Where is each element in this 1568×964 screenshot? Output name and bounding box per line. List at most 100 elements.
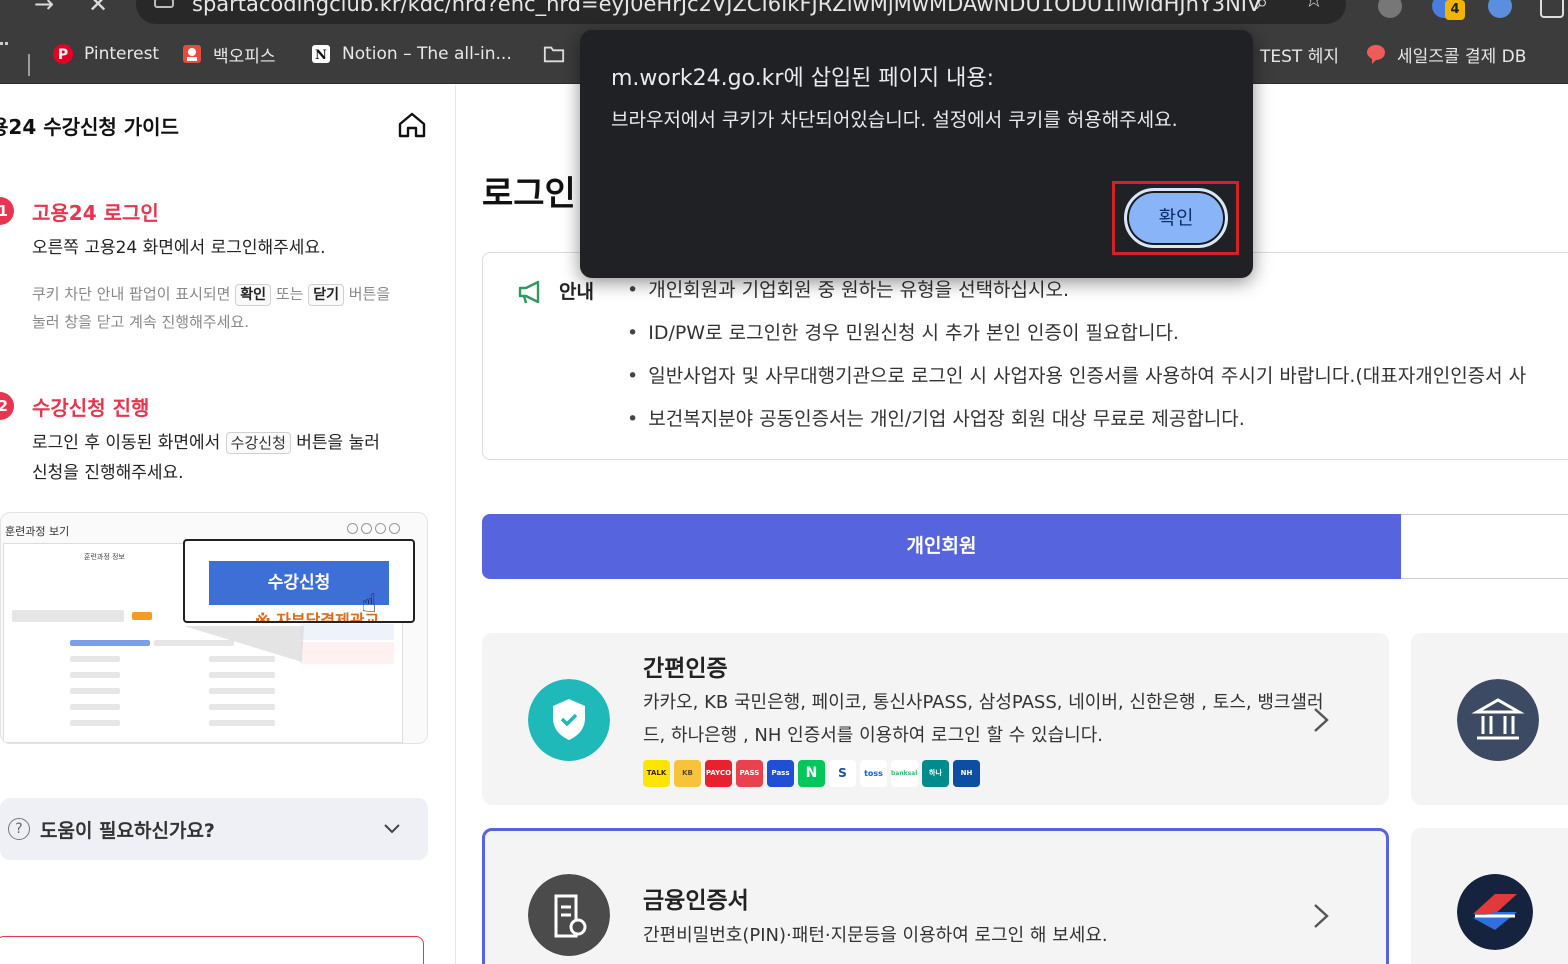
document-icon: [528, 874, 610, 956]
toss-logo-icon: toss: [860, 760, 887, 787]
close-tab-icon[interactable]: ✕: [88, 0, 108, 16]
dialog-message: 브라우저에서 쿠키가 차단되어있습니다. 설정에서 쿠키를 허용해주세요.: [611, 109, 1178, 131]
preview-side-note: [300, 642, 394, 664]
tab-corporate-member[interactable]: [1401, 514, 1568, 579]
salescall-icon: [1365, 43, 1387, 65]
provider-logos: TALK KB PAYCO PASS Pass N S toss banksal…: [643, 760, 980, 787]
chevron-down-icon: [384, 824, 400, 834]
preview-field: [209, 720, 275, 726]
help-label: 도움이 필요하신가요?: [40, 820, 215, 842]
bookmark-notion[interactable]: N Notion – The all-in...: [310, 41, 512, 67]
apps-grid-icon[interactable]: [0, 42, 8, 64]
page-title: 로그인: [482, 174, 576, 214]
hand-cursor-icon: ☝: [361, 589, 377, 619]
bookmark-star-icon[interactable]: ☆: [1304, 0, 1324, 13]
preview-field: [12, 610, 124, 622]
naver-logo-icon: N: [798, 760, 825, 787]
notice-item: ID/PW로 로그인한 경우 민원신청 시 추가 본인 인증이 필요합니다.: [627, 318, 1526, 361]
guide-title: 용24 수강신청 가이드: [0, 115, 179, 139]
bookmark-pinterest[interactable]: P Pinterest: [52, 41, 159, 67]
backoffice-icon: [181, 43, 203, 65]
megaphone-icon: [518, 280, 540, 304]
cert-provider-card[interactable]: [1411, 828, 1568, 964]
extension-count-badge: 4: [1445, 0, 1465, 20]
dialog-title: m.work24.go.kr에 삽입된 페이지 내용:: [611, 66, 995, 91]
chevron-right-icon: [1314, 708, 1329, 732]
preview-form-title: 훈련과정 정보: [84, 553, 125, 561]
bank-building-icon: [1457, 679, 1539, 761]
question-icon: ?: [8, 818, 30, 840]
kakao-logo-icon: TALK: [643, 760, 670, 787]
nh-logo-icon: NH: [953, 760, 980, 787]
step-desc-2: 로그인 후 이동된 화면에서 수강신청 버튼을 눌러 신청을 진행해주세요.: [32, 432, 380, 483]
browser-toolbar: → ✕ spartacodingclub.kr/kdc/hrd?enc_hrd=…: [0, 0, 1568, 24]
chevron-right-icon: [1314, 904, 1329, 928]
shield-check-icon: [528, 679, 610, 761]
notion-icon: N: [310, 43, 332, 65]
step-number-1: 1: [0, 197, 14, 225]
extension-icon[interactable]: [1378, 0, 1402, 18]
help-accordion[interactable]: ? 도움이 필요하신가요?: [0, 798, 428, 860]
bookmark-salescall-db[interactable]: 세일즈콜 결제 DB: [1365, 41, 1526, 67]
svg-text:N: N: [315, 48, 327, 63]
preview-field: [70, 672, 120, 678]
samsung-pass-logo-icon: Pass: [767, 760, 794, 787]
forward-icon[interactable]: →: [34, 0, 54, 16]
bookmark-folder[interactable]: [543, 41, 575, 67]
window-icon[interactable]: [1540, 0, 1564, 18]
preview-callout: 수강신청 ※ 자부담결제관교 ☝: [183, 539, 415, 623]
preview-side-box: [300, 624, 394, 640]
close-chip: 닫기: [308, 284, 344, 306]
payco-logo-icon: PAYCO: [705, 760, 732, 787]
cta-box[interactable]: [0, 936, 424, 964]
notice-item: 개인회원과 기업회원 중 원하는 유형을 선택하십시오.: [627, 275, 1526, 318]
preview-field: [70, 656, 120, 662]
preview-header: 훈련과정 보기: [5, 525, 70, 538]
tab-personal-member[interactable]: 개인회원: [482, 514, 1401, 579]
kb-logo-icon: KB: [674, 760, 701, 787]
preview-badge: [132, 612, 152, 620]
folder-icon: [543, 43, 565, 65]
simple-auth-desc: 카카오, KB 국민은행, 페이코, 통신사PASS, 삼성PASS, 네이버,…: [643, 692, 1324, 746]
pass-logo-icon: PASS: [736, 760, 763, 787]
bookmark-backoffice[interactable]: 백오피스: [181, 41, 276, 67]
notice-item: 일반사업자 및 사무대행기관으로 로그인 시 사업자용 인증서를 사용하여 주시…: [627, 361, 1526, 404]
simple-auth-title: 간편인증: [643, 656, 728, 682]
step-note-1: 쿠키 차단 안내 팝업이 표시되면 확인 또는 닫기 버튼을 눌러 창을 닫고 …: [32, 284, 391, 331]
hana-logo-icon: 하나: [922, 760, 949, 787]
step-title-2: 수강신청 진행: [32, 396, 150, 420]
shinhan-logo-icon: S: [829, 760, 856, 787]
cookie-alert-dialog: m.work24.go.kr에 삽입된 페이지 내용: 브라우저에서 쿠키가 차…: [580, 30, 1253, 278]
bookmarks-separator: [28, 54, 30, 76]
profile-extension-icon[interactable]: [1488, 0, 1512, 18]
financial-cert-card[interactable]: 금융인증서 간편비밀번호(PIN)·패턴·지문등을 이용하여 로그인 해 보세요…: [482, 828, 1389, 964]
preview-tag: [70, 640, 150, 646]
search-icon[interactable]: ⌕: [1256, 0, 1268, 15]
address-bar[interactable]: spartacodingclub.kr/kdc/hrd?enc_hrd=eyJ0…: [136, 0, 1346, 24]
step-title-1: 고용24 로그인: [32, 201, 159, 225]
simple-auth-card[interactable]: 간편인증 카카오, KB 국민은행, 페이코, 통신사PASS, 삼성PASS,…: [482, 633, 1389, 805]
site-info-icon[interactable]: [154, 0, 174, 8]
confirm-chip: 확인: [235, 284, 272, 306]
notice-item: 보건복지분야 공동인증서는 개인/기업 사업장 회원 대상 무료로 제공합니다.: [627, 404, 1526, 447]
home-icon[interactable]: [397, 111, 427, 139]
preview-field: [209, 672, 275, 678]
ok-button[interactable]: 확인: [1124, 188, 1228, 248]
svg-text:P: P: [58, 47, 68, 63]
step-number-2: 2: [0, 392, 14, 420]
joint-cert-card[interactable]: [1411, 633, 1568, 805]
preview-field: [70, 720, 120, 726]
preview-field: [209, 704, 275, 710]
step-desc-1: 오른쪽 고용24 화면에서 로그인해주세요.: [32, 238, 326, 258]
notice-box: 안내 개인회원과 기업회원 중 원하는 유형을 선택하십시오. ID/PW로 로…: [482, 252, 1568, 460]
preview-field: [70, 688, 120, 694]
cert-logo-icon: [1457, 874, 1533, 950]
preview-callout-pointer: [184, 626, 304, 662]
preview-field: [209, 688, 275, 694]
bookmark-test-hedge[interactable]: TEST 헤지: [1260, 41, 1339, 67]
financial-cert-desc: 간편비밀번호(PIN)·패턴·지문등을 이용하여 로그인 해 보세요.: [643, 925, 1108, 946]
url-text: spartacodingclub.kr/kdc/hrd?enc_hrd=eyJ0…: [192, 0, 1262, 16]
notice-list: 개인회원과 기업회원 중 원하는 유형을 선택하십시오. ID/PW로 로그인한…: [627, 275, 1526, 447]
banksalad-logo-icon: banksalad: [891, 760, 918, 787]
financial-cert-title: 금융인증서: [643, 888, 749, 914]
